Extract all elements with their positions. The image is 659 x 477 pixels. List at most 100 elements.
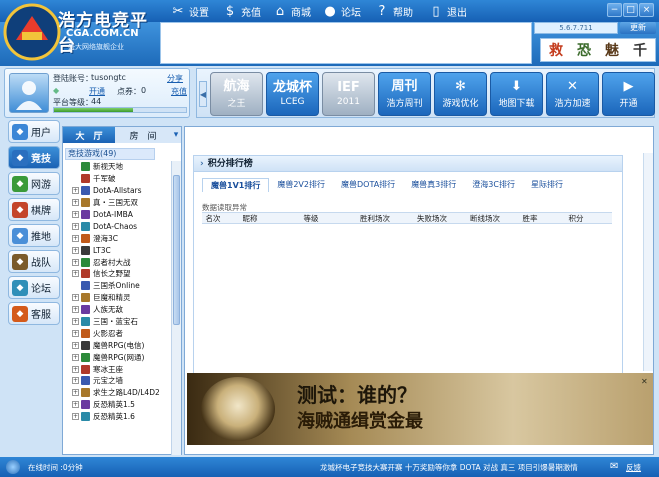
expand-icon[interactable]: +: [72, 246, 79, 254]
feature-tile-6[interactable]: ✕ 浩方加速: [546, 72, 599, 116]
feedback-link[interactable]: 反馈: [626, 462, 641, 473]
news-ticker[interactable]: 龙城杯电子竞技大赛开赛 十万奖励等你拿 DOTA 对战 真三 项目引爆暑期激情: [320, 462, 578, 473]
expand-icon[interactable]: +: [72, 258, 79, 266]
tree-item[interactable]: 千军破: [63, 173, 171, 185]
expand-icon[interactable]: +: [72, 377, 79, 385]
tree-item[interactable]: + DotA-IMBA: [63, 209, 171, 221]
collapse-icon[interactable]: ›: [200, 159, 204, 169]
settings-menu[interactable]: ✂ 设置: [170, 2, 209, 20]
share-link[interactable]: 分享: [167, 73, 183, 84]
ranking-tab-5[interactable]: 星际排行: [523, 178, 571, 192]
tree-item[interactable]: + 反恐精英1.5: [63, 399, 171, 411]
expand-icon[interactable]: +: [72, 199, 79, 207]
expand-icon[interactable]: +: [72, 222, 79, 230]
tree-scroll-thumb[interactable]: [173, 175, 180, 325]
tree-item[interactable]: + 忍者村大战: [63, 256, 171, 268]
tree-item[interactable]: + 三国・蓝宝石: [63, 316, 171, 328]
minimize-button[interactable]: −: [607, 3, 622, 17]
feature-tile-5[interactable]: ⬇ 地图下载: [490, 72, 543, 116]
expand-icon[interactable]: +: [72, 365, 79, 373]
promo-close-icon[interactable]: ✕: [641, 377, 649, 386]
quick-game-2-icon[interactable]: 恐: [572, 40, 596, 60]
tree-item[interactable]: 新视天地: [63, 161, 171, 173]
nav-item-3[interactable]: ◆ 棋牌: [8, 198, 60, 221]
tab-room[interactable]: 房 间: [115, 127, 171, 143]
tree-item[interactable]: + 魔兽RPG(网通): [63, 351, 171, 363]
quick-game-4-icon[interactable]: 千: [628, 40, 652, 60]
nav-item-4[interactable]: ◆ 推地: [8, 224, 60, 247]
help-menu[interactable]: ? 帮助: [374, 2, 413, 20]
ranking-tab-4[interactable]: 澄海3C排行: [464, 178, 523, 192]
feature-tile-7[interactable]: ▶ 开通: [602, 72, 655, 116]
exit-menu[interactable]: ▯ 退出: [428, 2, 467, 20]
ranking-col-0[interactable]: 名次: [202, 213, 224, 223]
tree-item[interactable]: + 寒冰王座: [63, 363, 171, 375]
tree-item[interactable]: + DotA-Chaos: [63, 220, 171, 232]
expand-icon[interactable]: +: [72, 306, 79, 314]
expand-icon[interactable]: +: [72, 187, 79, 195]
expand-icon[interactable]: +: [72, 211, 79, 218]
ranking-tab-2[interactable]: 魔兽DOTA排行: [333, 178, 403, 192]
expand-icon[interactable]: +: [72, 401, 79, 409]
feature-tile-4[interactable]: ✻ 游戏优化: [434, 72, 487, 116]
quick-game-3-icon[interactable]: 魅: [600, 40, 624, 60]
avatar[interactable]: [9, 73, 49, 113]
tree-item[interactable]: + 反恐精英1.6: [63, 411, 171, 423]
top-banner-area[interactable]: [160, 22, 532, 64]
feature-tile-2[interactable]: IEF 2011: [322, 72, 375, 116]
tree-scrollbar[interactable]: [171, 161, 181, 455]
expand-icon[interactable]: +: [72, 234, 79, 242]
ranking-col-4[interactable]: 失败场次: [404, 213, 460, 223]
tree-item[interactable]: + 人族无敌: [63, 304, 171, 316]
tree-item[interactable]: + 澄海3C: [63, 232, 171, 244]
quick-game-1-icon[interactable]: 救: [544, 40, 568, 60]
ranking-col-2[interactable]: 等级: [276, 213, 346, 223]
tree-item[interactable]: + 巨魔和精灵: [63, 292, 171, 304]
ranking-col-5[interactable]: 断线场次: [460, 213, 510, 223]
tree-item[interactable]: + DotA-Allstars: [63, 185, 171, 197]
nav-item-0[interactable]: ◆ 用户: [8, 120, 60, 143]
tree-item[interactable]: 三国杀Online: [63, 280, 171, 292]
ranking-col-3[interactable]: 胜利场次: [346, 213, 404, 223]
tree-item[interactable]: + LT3C: [63, 244, 171, 256]
tiles-prev-arrow[interactable]: ◀: [199, 81, 207, 107]
tree-item[interactable]: + 求生之路L4D/L4D2: [63, 387, 171, 399]
tree-item[interactable]: + 魔兽RPG(电信): [63, 339, 171, 351]
ranking-tab-1[interactable]: 魔兽2V2排行: [269, 178, 333, 192]
recharge-link[interactable]: 充值: [171, 86, 187, 97]
nav-item-5[interactable]: ◆ 战队: [8, 250, 60, 273]
promo-banner[interactable]: 测试：谁的？ 海贼通缉赏金最 ✕: [187, 373, 653, 445]
expand-icon[interactable]: +: [72, 353, 79, 361]
nav-item-2[interactable]: ◆ 网游: [8, 172, 60, 195]
close-button[interactable]: ×: [639, 3, 654, 17]
expand-icon[interactable]: +: [72, 294, 79, 302]
feature-tile-3[interactable]: 周刊 浩方周刊: [378, 72, 431, 116]
tree-item[interactable]: + 火影忍者: [63, 327, 171, 339]
expand-icon[interactable]: +: [72, 270, 79, 278]
nav-item-1[interactable]: ◆ 竞技: [8, 146, 60, 169]
ranking-col-7[interactable]: 积分: [550, 213, 602, 223]
ranking-col-1[interactable]: 昵称: [224, 213, 276, 223]
activate-link[interactable]: 开通: [89, 86, 105, 97]
ranking-col-6[interactable]: 胜率: [510, 213, 550, 223]
expand-icon[interactable]: +: [72, 318, 79, 326]
expand-icon[interactable]: +: [72, 341, 79, 349]
ranking-tab-0[interactable]: 魔兽1V1排行: [202, 178, 270, 192]
tabs-dropdown-icon[interactable]: ▾: [171, 127, 181, 143]
ranking-tab-3[interactable]: 魔兽真3排行: [403, 178, 464, 192]
expand-icon[interactable]: +: [72, 329, 79, 337]
expand-icon[interactable]: +: [72, 389, 79, 397]
tree-root-competitive[interactable]: 竞技游戏(49): [65, 148, 155, 160]
feature-tile-0[interactable]: 航海 之王: [210, 72, 263, 116]
tab-lobby[interactable]: 大 厅: [63, 127, 115, 143]
maximize-button[interactable]: □: [623, 3, 638, 17]
main-scrollbar[interactable]: [643, 153, 653, 371]
update-button[interactable]: 更新: [620, 22, 656, 34]
tree-item[interactable]: + 元宝之墙: [63, 375, 171, 387]
forum-menu[interactable]: ● 论坛: [322, 2, 361, 20]
recharge-menu[interactable]: $ 充值: [222, 2, 261, 20]
tree-item[interactable]: + 信长之野望: [63, 268, 171, 280]
tree-item[interactable]: + 真・三国无双: [63, 197, 171, 209]
feature-tile-1[interactable]: 龙城杯 LCEG: [266, 72, 319, 116]
nav-item-6[interactable]: ◆ 论坛: [8, 276, 60, 299]
